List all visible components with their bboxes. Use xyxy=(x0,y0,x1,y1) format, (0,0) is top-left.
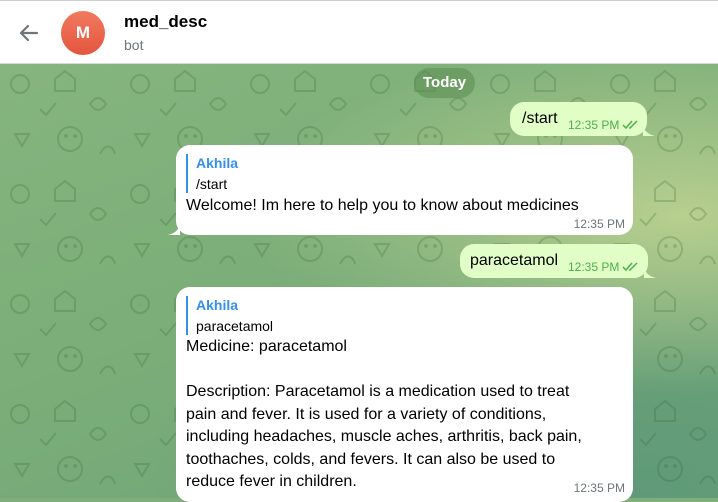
chat-title[interactable]: med_desc xyxy=(124,12,207,32)
message-line: pain and fever. It is used for a variety… xyxy=(186,405,547,423)
chat-status: bot xyxy=(124,37,144,53)
reply-preview[interactable]: Akhila /start xyxy=(186,154,238,193)
double-check-icon xyxy=(622,120,638,130)
message-meta: 12:35 PM xyxy=(568,118,640,132)
back-button[interactable] xyxy=(14,18,44,48)
message-incoming[interactable]: Akhila paracetamol Medicine: paracetamol… xyxy=(176,287,633,502)
double-check-icon xyxy=(622,262,638,272)
date-separator: Today xyxy=(414,68,476,98)
reply-sender: Akhila xyxy=(196,297,239,313)
chat-header: M med_desc bot xyxy=(0,0,718,64)
message-time: 12:35 PM xyxy=(573,481,625,495)
bubble-tail xyxy=(168,221,180,235)
message-outgoing[interactable]: /start 12:35 PM xyxy=(510,102,655,136)
message-text: Welcome! Im here to help you to know abo… xyxy=(186,197,579,214)
message-meta: 12:35 PM xyxy=(574,481,625,495)
message-line: Description: Paracetamol is a medication… xyxy=(186,383,570,400)
arrow-left-icon xyxy=(19,24,39,42)
message-text: /start xyxy=(522,110,558,127)
message-line xyxy=(186,359,582,382)
message-outgoing[interactable]: paracetamol 12:35 PM xyxy=(460,244,656,278)
bubble-tail xyxy=(643,122,655,136)
message-line: reduce fever in children. xyxy=(186,473,357,490)
reply-text: /start xyxy=(196,176,228,192)
bubble-tail xyxy=(644,264,656,278)
message-time: 12:35 PM xyxy=(573,217,625,231)
message-line: including headaches, muscle aches, arthr… xyxy=(186,428,582,445)
message-incoming[interactable]: Akhila /start Welcome! Im here to help y… xyxy=(168,145,633,235)
reply-preview[interactable]: Akhila paracetamol xyxy=(186,296,273,335)
message-meta: 12:35 PM xyxy=(568,260,640,274)
avatar[interactable]: M xyxy=(61,11,105,55)
message-body: Medicine: paracetamol Description: Parac… xyxy=(186,336,582,494)
message-time: 12:35 PM xyxy=(568,260,620,274)
message-time: 12:35 PM xyxy=(568,118,620,132)
reply-sender: Akhila xyxy=(196,155,239,171)
message-line: toothaches, colds, and fevers. It can al… xyxy=(186,450,556,468)
message-line: Medicine: paracetamol xyxy=(186,338,347,355)
message-meta: 12:35 PM xyxy=(574,217,625,231)
reply-text: paracetamol xyxy=(196,318,274,334)
message-text: paracetamol xyxy=(470,252,559,269)
